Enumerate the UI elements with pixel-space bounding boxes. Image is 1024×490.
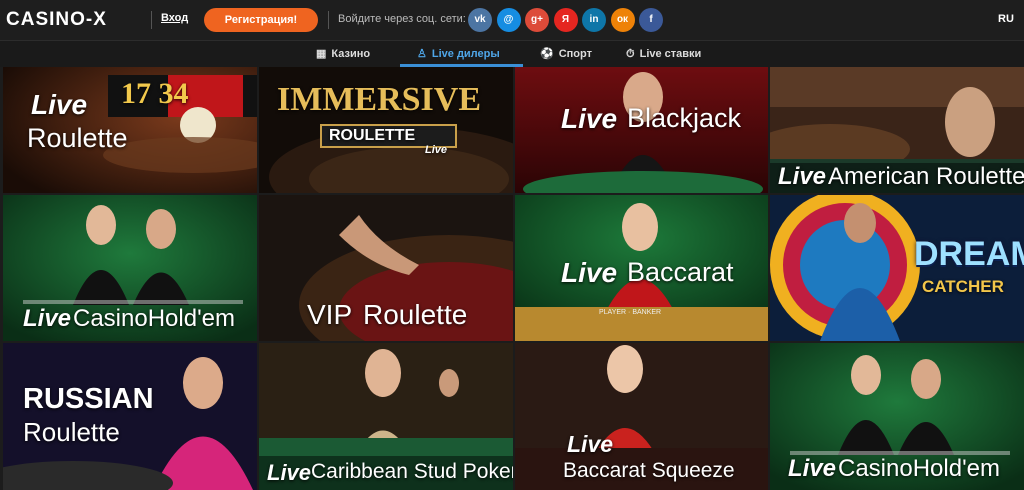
game-title: Roulette <box>363 299 468 330</box>
top-header: CASINO-X Вход Регистрация! Войдите через… <box>0 0 1024 40</box>
game-tile-immersive-roulette[interactable]: IMMERSIVE ROULETTE Live <box>259 67 513 193</box>
game-title: CasinoHold'em <box>838 455 1000 482</box>
game-title: American Roulette <box>828 163 1024 190</box>
game-title: Roulette <box>27 123 128 153</box>
game-tile-dream-catcher[interactable]: DREAM CATCHER <box>770 195 1024 341</box>
game-title: CATCHER <box>922 277 1004 296</box>
ball-icon: ⚽ <box>540 48 554 60</box>
register-button[interactable]: Регистрация! <box>204 8 318 32</box>
linkedin-icon[interactable]: in <box>582 8 606 32</box>
nav-item-casino[interactable]: ▦ Казино <box>316 41 370 67</box>
nav-item-sport[interactable]: ⚽ Спорт <box>540 41 592 67</box>
game-tile-live-baccarat[interactable]: PLAYER · BANKER Live Baccarat <box>515 195 768 341</box>
game-title-prefix: VIP <box>307 299 353 330</box>
games-grid: 17 34 Live Roulette IMMERSIVE ROULETTE L… <box>0 67 1024 490</box>
game-live-label: Live <box>561 103 618 134</box>
nav-item-label: Live ставки <box>639 48 702 60</box>
game-title: Blackjack <box>627 103 742 133</box>
facebook-icon[interactable]: f <box>639 8 663 32</box>
game-live-label: Live <box>567 431 614 457</box>
game-live-label: Live <box>561 257 618 288</box>
game-title: Caribbean Stud Poker <box>311 460 513 483</box>
game-tile-live-baccarat-squeeze[interactable]: Live Baccarat Squeeze <box>515 343 768 490</box>
game-live-label: Live <box>788 455 837 482</box>
game-live-label: Live <box>778 163 827 190</box>
game-title: Baccarat <box>627 257 734 287</box>
game-title-prefix: RUSSIAN <box>23 383 154 415</box>
slot-icon: ▦ <box>316 48 327 60</box>
nav-item-live-dealers[interactable]: ♙ Live дилеры <box>400 41 523 67</box>
nav-item-label: Казино <box>331 48 371 60</box>
game-tile-live-casino-holdem[interactable]: Live CasinoHold'em <box>770 343 1024 490</box>
game-brand-label: IMMERSIVE <box>277 81 482 118</box>
game-title: ROULETTE <box>329 127 416 144</box>
odnoklassniki-icon[interactable]: ок <box>610 8 635 32</box>
dealer-icon: ♙ <box>417 48 427 60</box>
game-live-label: Live <box>267 460 312 485</box>
game-title: Baccarat Squeeze <box>563 459 735 482</box>
yandex-icon[interactable]: Я <box>553 8 578 32</box>
game-sub-label: Live <box>425 144 448 156</box>
game-live-label: Live <box>23 305 72 332</box>
game-tile-vip-roulette[interactable]: VIP Roulette <box>259 195 513 341</box>
vk-icon[interactable]: vk <box>468 8 492 32</box>
stopwatch-icon: ⏱ <box>626 48 635 60</box>
main-nav: ▦ Казино ♙ Live дилеры ⚽ Спорт ⏱ Live ставки <box>0 40 1024 67</box>
googleplus-icon[interactable]: g+ <box>525 8 549 32</box>
game-tile-russian-roulette[interactable]: RUSSIAN Roulette <box>3 343 257 490</box>
game-tile-live-american-roulette[interactable]: Live American Roulette <box>770 67 1024 193</box>
logo[interactable]: CASINO-X <box>6 9 107 31</box>
login-link[interactable]: Вход <box>161 12 188 24</box>
game-brand-label: DREAM <box>914 235 1024 273</box>
mailru-icon[interactable]: @ <box>496 8 521 32</box>
divider <box>151 11 152 29</box>
table-labels: PLAYER · BANKER <box>599 309 662 316</box>
game-title: Roulette <box>23 417 120 447</box>
nav-item-live-bets[interactable]: ⏱ Live ставки <box>626 41 701 67</box>
game-tile-live-roulette[interactable]: 17 34 Live Roulette <box>3 67 257 193</box>
divider <box>328 11 329 29</box>
game-tile-live-caribbean-stud-poker[interactable]: Live Caribbean Stud Poker <box>259 343 513 490</box>
game-tile-live-blackjack[interactable]: Live Blackjack <box>515 67 768 193</box>
game-live-label: Live <box>31 89 88 120</box>
nav-item-label: Спорт <box>558 48 592 60</box>
language-selector[interactable]: RU <box>998 13 1014 25</box>
wheel-numbers: 17 34 <box>121 77 189 110</box>
nav-item-label: Live дилеры <box>431 48 500 60</box>
game-tile-live-casino-holdem[interactable]: Live CasinoHold'em <box>3 195 257 341</box>
game-title: CasinoHold'em <box>73 305 235 332</box>
social-login-label: Войдите через соц. сети: <box>338 13 466 25</box>
